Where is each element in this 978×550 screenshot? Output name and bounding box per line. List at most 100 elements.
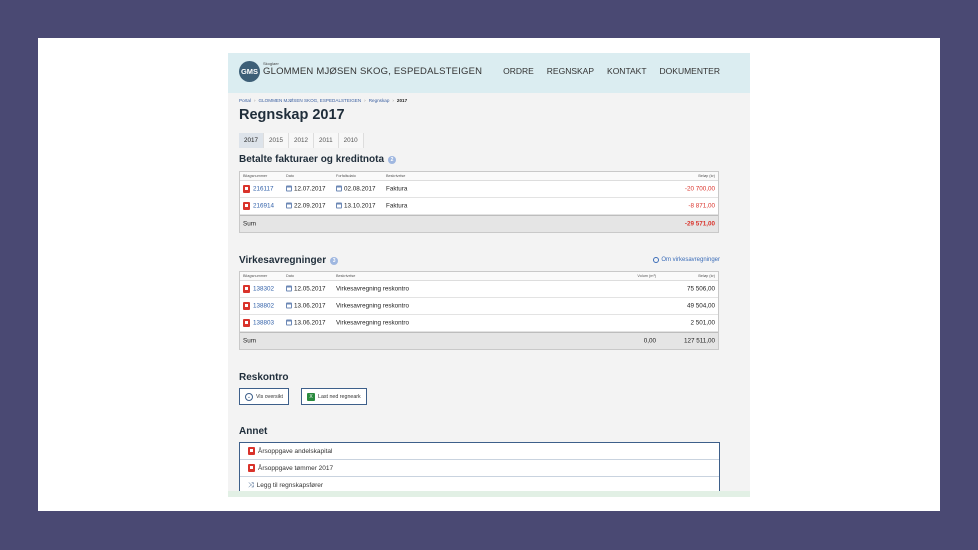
om-virkesavregninger-label: Om virkesavregninger bbox=[661, 257, 720, 263]
calendar-icon bbox=[286, 202, 293, 210]
annet-title: Annet bbox=[239, 426, 267, 437]
pdf-icon[interactable] bbox=[243, 302, 250, 310]
bottom-strip bbox=[228, 491, 750, 497]
annet-item-tommer[interactable]: Årsoppgave tømmer 2017 bbox=[240, 460, 719, 477]
vis-oversikt-label: Vis oversikt bbox=[256, 393, 283, 400]
om-virkesavregninger-link[interactable]: Om virkesavregninger bbox=[653, 257, 720, 263]
beskrivelse-cell: Virkesavregning reskontro bbox=[336, 285, 410, 293]
calendar-icon bbox=[286, 319, 293, 327]
calendar-icon bbox=[336, 185, 343, 193]
reskontro-title-text: Reskontro bbox=[239, 372, 289, 383]
sum-volum: 0,00 bbox=[643, 337, 656, 345]
col-bilag: Bilagsnummer bbox=[243, 274, 268, 278]
sum-value: -29 571,00 bbox=[684, 220, 715, 228]
table-header: Bilagsnummer Dato Forfallsdato Beskrivel… bbox=[240, 172, 718, 181]
belop-cell: 75 506,00 bbox=[686, 285, 715, 293]
reskontro-title: Reskontro bbox=[239, 372, 288, 383]
tab-2017[interactable]: 2017 bbox=[239, 133, 265, 148]
forfall-cell: 02.08.2017 bbox=[344, 185, 376, 193]
chevron-down-icon: ⌄ bbox=[245, 392, 253, 401]
tab-2015[interactable]: 2015 bbox=[264, 133, 290, 148]
main-nav: ORDRE REGNSKAP KONTAKT DOKUMENTER bbox=[503, 66, 720, 76]
belop-cell: -20 700,00 bbox=[684, 185, 715, 193]
col-forfall: Forfallsdato bbox=[336, 174, 356, 178]
annet-item-label: Legg til regnskapsfører bbox=[256, 482, 324, 489]
fakturaer-count-badge: 2 bbox=[388, 155, 397, 164]
dato-cell: 13.06.2017 bbox=[294, 302, 326, 310]
logo-badge[interactable]: GMS bbox=[239, 61, 260, 82]
bilag-link[interactable]: 138803 bbox=[253, 320, 274, 327]
col-beskrivelse: Beskrivelse bbox=[336, 274, 356, 278]
col-dato: Dato bbox=[286, 174, 295, 178]
vis-oversikt-button[interactable]: ⌄ Vis oversikt bbox=[239, 388, 289, 405]
annet-item-label: Årsoppgave tømmer 2017 bbox=[258, 464, 334, 472]
forfall-cell: 13.10.2017 bbox=[344, 202, 376, 210]
annet-item-andelskapital[interactable]: Årsoppgave andelskapital bbox=[240, 443, 719, 460]
pdf-icon[interactable] bbox=[243, 319, 250, 327]
belop-cell: 2 501,00 bbox=[690, 319, 715, 327]
bilag-link[interactable]: 216117 bbox=[253, 186, 274, 193]
fakturaer-title-text: Betalte fakturaer og kreditnota bbox=[239, 154, 385, 165]
tab-2011[interactable]: 2011 bbox=[314, 133, 339, 148]
last-ned-label: Last ned regneark bbox=[318, 393, 361, 400]
pdf-icon[interactable] bbox=[243, 285, 250, 293]
beskrivelse-cell: Faktura bbox=[386, 202, 408, 210]
site-header: GMS Skoglaer GLOMMEN MJØSEN SKOG, ESPEDA… bbox=[228, 53, 750, 93]
bilag-link[interactable]: 138802 bbox=[253, 303, 274, 310]
nav-dokumenter[interactable]: DOKUMENTER bbox=[660, 66, 720, 76]
shuffle-icon: ⤨ bbox=[248, 481, 254, 489]
breadcrumb-current: 2017 bbox=[396, 98, 408, 103]
pdf-icon[interactable] bbox=[243, 202, 250, 210]
col-belop: Beløp (kr) bbox=[698, 174, 715, 178]
table-row: 138802 13.06.2017 Virkesavregning reskon… bbox=[240, 298, 718, 315]
fakturaer-title: Betalte fakturaer og kreditnota 2 bbox=[239, 154, 397, 165]
dato-cell: 13.06.2017 bbox=[294, 319, 326, 327]
nav-kontakt[interactable]: KONTAKT bbox=[607, 66, 647, 76]
last-ned-regneark-button[interactable]: X Last ned regneark bbox=[301, 388, 367, 405]
breadcrumb: Portal › GLOMMEN MJØSEN SKOG, ESPEDALSTEI… bbox=[239, 98, 407, 103]
year-tabs: 2017 2015 2012 2011 2010 bbox=[239, 133, 364, 148]
table-header: Bilagsnummer Dato Beskrivelse Volum (m³)… bbox=[240, 272, 718, 281]
sum-label: Sum bbox=[243, 337, 256, 345]
col-bilag: Bilagsnummer bbox=[243, 174, 268, 178]
org-name[interactable]: GLOMMEN MJØSEN SKOG, ESPEDALSTEIGEN bbox=[263, 66, 482, 77]
bilag-link[interactable]: 216914 bbox=[253, 203, 274, 210]
calendar-icon bbox=[336, 202, 343, 210]
tab-2010[interactable]: 2010 bbox=[338, 133, 364, 148]
page-title: Regnskap 2017 bbox=[239, 107, 345, 123]
fakturaer-table: Bilagsnummer Dato Forfallsdato Beskrivel… bbox=[239, 171, 719, 233]
calendar-icon bbox=[286, 185, 293, 193]
tab-2012[interactable]: 2012 bbox=[289, 133, 315, 148]
table-row: 138803 13.06.2017 Virkesavregning reskon… bbox=[240, 315, 718, 332]
col-dato: Dato bbox=[286, 274, 295, 278]
breadcrumb-portal[interactable]: Portal bbox=[239, 98, 251, 103]
breadcrumb-regnskap[interactable]: Regnskap bbox=[369, 98, 390, 103]
annet-list: Årsoppgave andelskapital Årsoppgave tømm… bbox=[239, 442, 720, 495]
sum-value: 127 511,00 bbox=[683, 337, 715, 345]
pdf-icon bbox=[248, 464, 255, 472]
calendar-icon bbox=[286, 285, 293, 293]
info-icon bbox=[653, 257, 660, 263]
breadcrumb-org[interactable]: GLOMMEN MJØSEN SKOG, ESPEDALSTEIGEN bbox=[259, 98, 362, 103]
beskrivelse-cell: Faktura bbox=[386, 185, 408, 193]
sum-row: Sum 0,00 127 511,00 bbox=[240, 332, 718, 349]
breadcrumb-separator: › bbox=[392, 98, 394, 103]
dato-cell: 12.07.2017 bbox=[294, 185, 326, 193]
col-volum: Volum (m³) bbox=[637, 274, 656, 278]
pdf-icon bbox=[248, 447, 255, 455]
pdf-icon[interactable] bbox=[243, 185, 250, 193]
site-page: GMS Skoglaer GLOMMEN MJØSEN SKOG, ESPEDA… bbox=[228, 53, 750, 497]
belop-cell: 49 504,00 bbox=[686, 302, 715, 310]
virkes-title-text: Virkesavregninger bbox=[239, 255, 327, 266]
table-row: 216914 22.09.2017 13.10.2017 Faktura -8 … bbox=[240, 198, 718, 215]
nav-regnskap[interactable]: REGNSKAP bbox=[547, 66, 594, 76]
breadcrumb-separator: › bbox=[254, 98, 256, 103]
col-beskrivelse: Beskrivelse bbox=[386, 174, 406, 178]
virkes-table: Bilagsnummer Dato Beskrivelse Volum (m³)… bbox=[239, 271, 719, 350]
calendar-icon bbox=[286, 302, 293, 310]
nav-ordre[interactable]: ORDRE bbox=[503, 66, 534, 76]
bilag-link[interactable]: 138302 bbox=[253, 286, 274, 293]
annet-title-text: Annet bbox=[239, 426, 268, 437]
table-row: 216117 12.07.2017 02.08.2017 Faktura -20… bbox=[240, 181, 718, 198]
belop-cell: -8 871,00 bbox=[688, 202, 715, 210]
